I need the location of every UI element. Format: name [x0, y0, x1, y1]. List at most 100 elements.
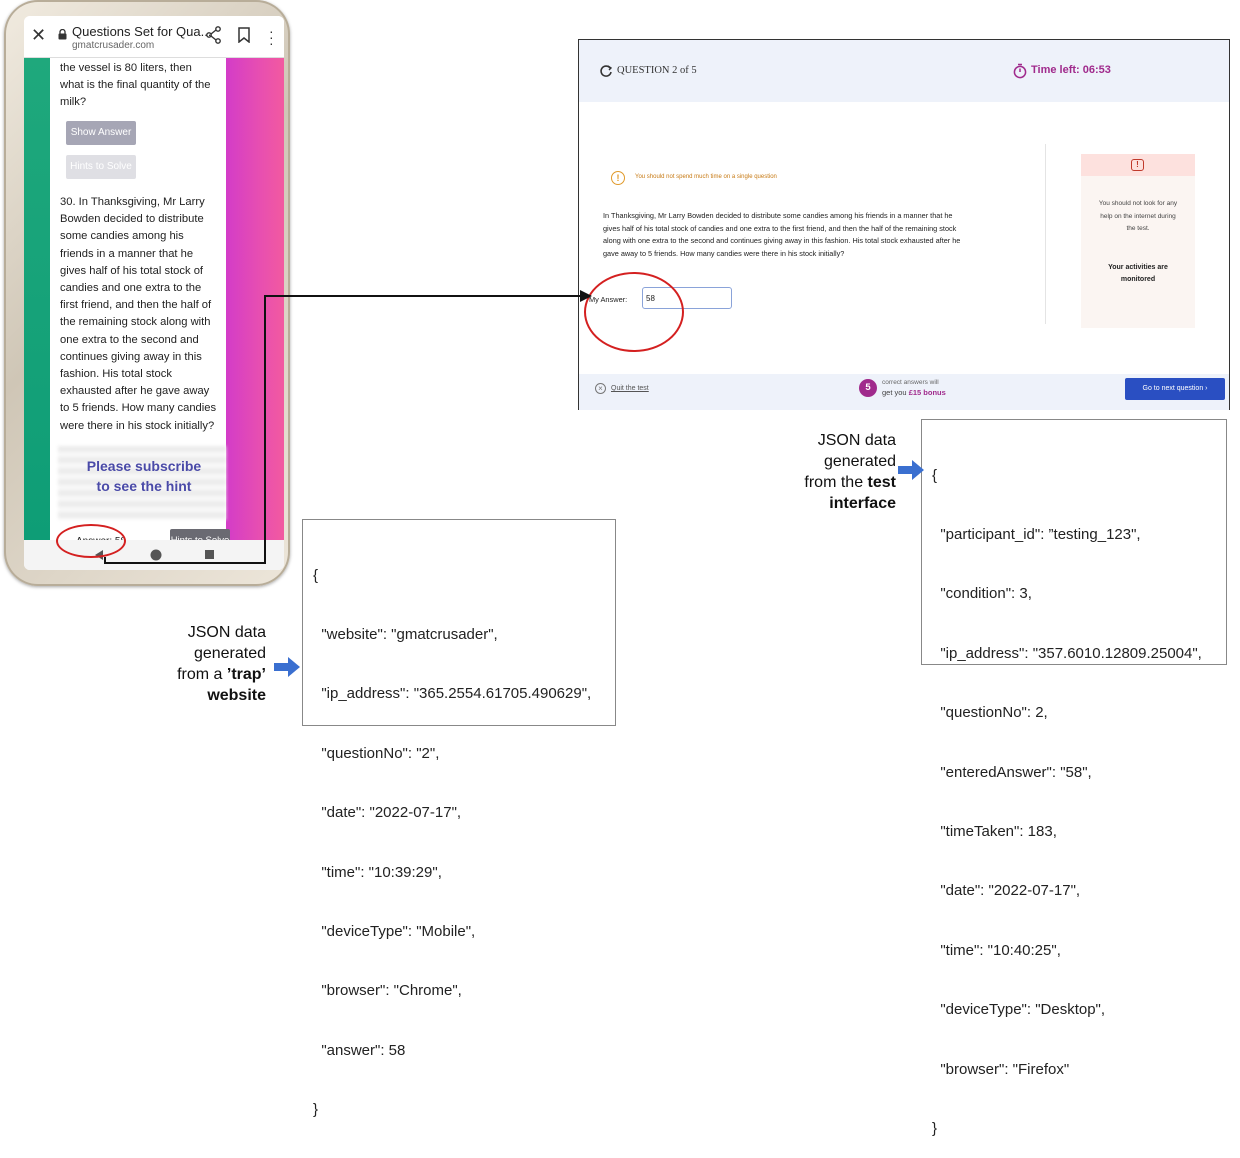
text-line: Bowden decided to distribute [60, 213, 204, 226]
browser-bar: ✕ Questions Set for Qua... gmatcrusader.… [24, 16, 284, 58]
text-line: exhausted after he gave away [60, 385, 210, 398]
text-line: gave away to 5 friends. How many candies… [603, 248, 845, 258]
quit-test-link[interactable]: Quit the test [611, 385, 649, 392]
caption-bold: website [207, 687, 266, 704]
tab-title: Questions Set for Qua... [72, 24, 212, 39]
bonus-amount-text: get you £15 bonus [882, 388, 946, 397]
test-interface-window: QUESTION 2 of 5 Time left: 06:53 ! You s… [578, 39, 1230, 410]
text-line: some candies among his [60, 230, 184, 243]
monitoring-notice-card: ! You should not look for any help on th… [1081, 154, 1195, 328]
caption-line: website [130, 685, 266, 706]
caption-line: JSON data [817, 432, 896, 449]
test-header: QUESTION 2 of 5 Time left: 06:53 [579, 40, 1229, 102]
phone-answer-highlight [56, 524, 126, 558]
text-line: to 5 friends. How many candies [60, 402, 217, 415]
text-line: help on the internet during [1100, 212, 1176, 220]
json-line: "ip_address": "357.6010.12809.25004", [932, 644, 1202, 662]
blue-arrow-icon [274, 657, 300, 677]
subscribe-overlay[interactable]: Please subscribe to see the hint [64, 456, 224, 496]
previous-question-tail: the vessel is 80 liters, then what is th… [60, 60, 228, 112]
desktop-answer-highlight [584, 272, 684, 352]
divider [1045, 144, 1046, 324]
test-json-box: { "participant_id": ”testing_123", "cond… [921, 419, 1227, 1137]
json-line: "browser": "Firefox" [932, 1060, 1070, 1078]
stopwatch-icon [1013, 63, 1027, 79]
test-caption: JSON data generated from the test interf… [756, 430, 896, 514]
caption-line: generated [823, 453, 896, 470]
more-menu-icon[interactable]: · · · [269, 24, 274, 50]
json-line: { [932, 466, 938, 484]
json-line: "timeTaken": 183, [932, 822, 1057, 840]
close-icon[interactable]: ✕ [31, 25, 46, 46]
question-counter: QUESTION 2 of 5 [617, 65, 697, 76]
caption-line: generated [193, 645, 266, 662]
json-line: "time": "10:40:25", [932, 941, 1061, 959]
caption-line: from the test [804, 474, 896, 491]
mobile-phone-frame: ✕ Questions Set for Qua... gmatcrusader.… [4, 0, 290, 586]
text-line: gives half of his total stock of candies… [603, 223, 957, 233]
json-line: } [313, 1101, 319, 1119]
recents-icon[interactable] [204, 549, 215, 560]
close-circle-icon[interactable]: × [595, 383, 606, 394]
page-url: gmatcrusader.com [72, 40, 155, 51]
json-line: "answer": 58 [313, 1041, 406, 1059]
text-line: 30. In Thanksgiving, Mr Larry [60, 196, 205, 208]
activities-monitored-notice: Your activities are monitored [1087, 262, 1189, 286]
text-line: candies and one extra to the [60, 282, 202, 295]
text-line: along with one extra to the second and c… [603, 236, 961, 246]
json-line: "enteredAnswer": "58", [932, 763, 1092, 781]
text-line: the remaining stock along with [60, 316, 211, 329]
caption-bold: interface [829, 495, 896, 512]
text-line: first friend, and then the half of [60, 299, 212, 312]
text-line: You should not look for any [1098, 200, 1178, 207]
refresh-icon [600, 65, 613, 77]
bonus-count-badge: 5 [859, 379, 877, 397]
text-line: monitored [1120, 276, 1156, 283]
blue-arrow-icon [898, 460, 924, 480]
trap-json-box: { "website": "gmatcrusader", "ip_address… [302, 519, 616, 1118]
home-icon[interactable] [149, 548, 163, 562]
question-30-text: 30. In Thanksgiving, Mr Larry Bowden dec… [60, 194, 228, 435]
text-line: continues giving away in this [60, 350, 202, 363]
time-left: Time left: 06:53 [1031, 64, 1111, 76]
json-line: "deviceType": "Desktop", [932, 1001, 1106, 1019]
trap-caption: JSON data generated from a ’trap’ websit… [130, 622, 266, 706]
caption-line: from a ’trap’ [177, 666, 266, 683]
notice-header: ! [1081, 154, 1195, 176]
caption-bold: test [867, 474, 896, 491]
test-footer: × Quit the test 5 correct answers will g… [579, 374, 1229, 410]
json-line: "website": "gmatcrusader", [313, 625, 498, 643]
json-line: "browser": "Chrome", [313, 982, 462, 1000]
alert-icon: ! [1131, 159, 1144, 171]
text-line: were there in his stock initially? [60, 419, 215, 432]
lock-icon [58, 29, 67, 40]
no-internet-help-notice: You should not look for any help on the … [1087, 198, 1189, 236]
json-line: "condition": 3, [932, 585, 1032, 603]
text-line: the test. [1126, 225, 1150, 232]
json-line: "questionNo": 2, [932, 704, 1048, 722]
subscribe-line: to see the hint [96, 478, 192, 494]
text-line: one extra to the second and [60, 333, 199, 346]
text-line: what is the final quantity of the [60, 79, 211, 92]
caption-line: JSON data [187, 624, 266, 641]
show-answer-button[interactable]: Show Answer [66, 121, 136, 145]
share-icon[interactable] [206, 26, 222, 44]
json-line: { [313, 566, 319, 584]
bonus-prefix: get you [882, 388, 909, 397]
text-line: In Thanksgiving, Mr Larry Bowden decided… [603, 211, 953, 220]
text-line: Your activities are [1108, 264, 1168, 271]
phone-screen: ✕ Questions Set for Qua... gmatcrusader.… [24, 16, 284, 570]
bookmark-icon[interactable] [238, 27, 250, 43]
warning-message: You should not spend much time on a sing… [635, 174, 777, 180]
text-line: gives half of his total stock of [60, 264, 204, 277]
caption-line: interface [756, 493, 896, 514]
text-line: the vessel is 80 liters, then [60, 62, 192, 74]
text-line: fashion. His total stock [60, 368, 172, 381]
next-question-button[interactable]: Go to next question › [1125, 378, 1225, 400]
json-line: "participant_id": ”testing_123", [932, 525, 1141, 543]
json-line: "ip_address": "365.2554.61705.490629", [313, 685, 592, 703]
warning-icon: ! [611, 171, 625, 185]
caption-bold: ’trap’ [226, 666, 266, 683]
hints-to-solve-faded-button[interactable]: Hints to Solve [66, 155, 136, 179]
question-text: In Thanksgiving, Mr Larry Bowden decided… [603, 210, 1047, 260]
